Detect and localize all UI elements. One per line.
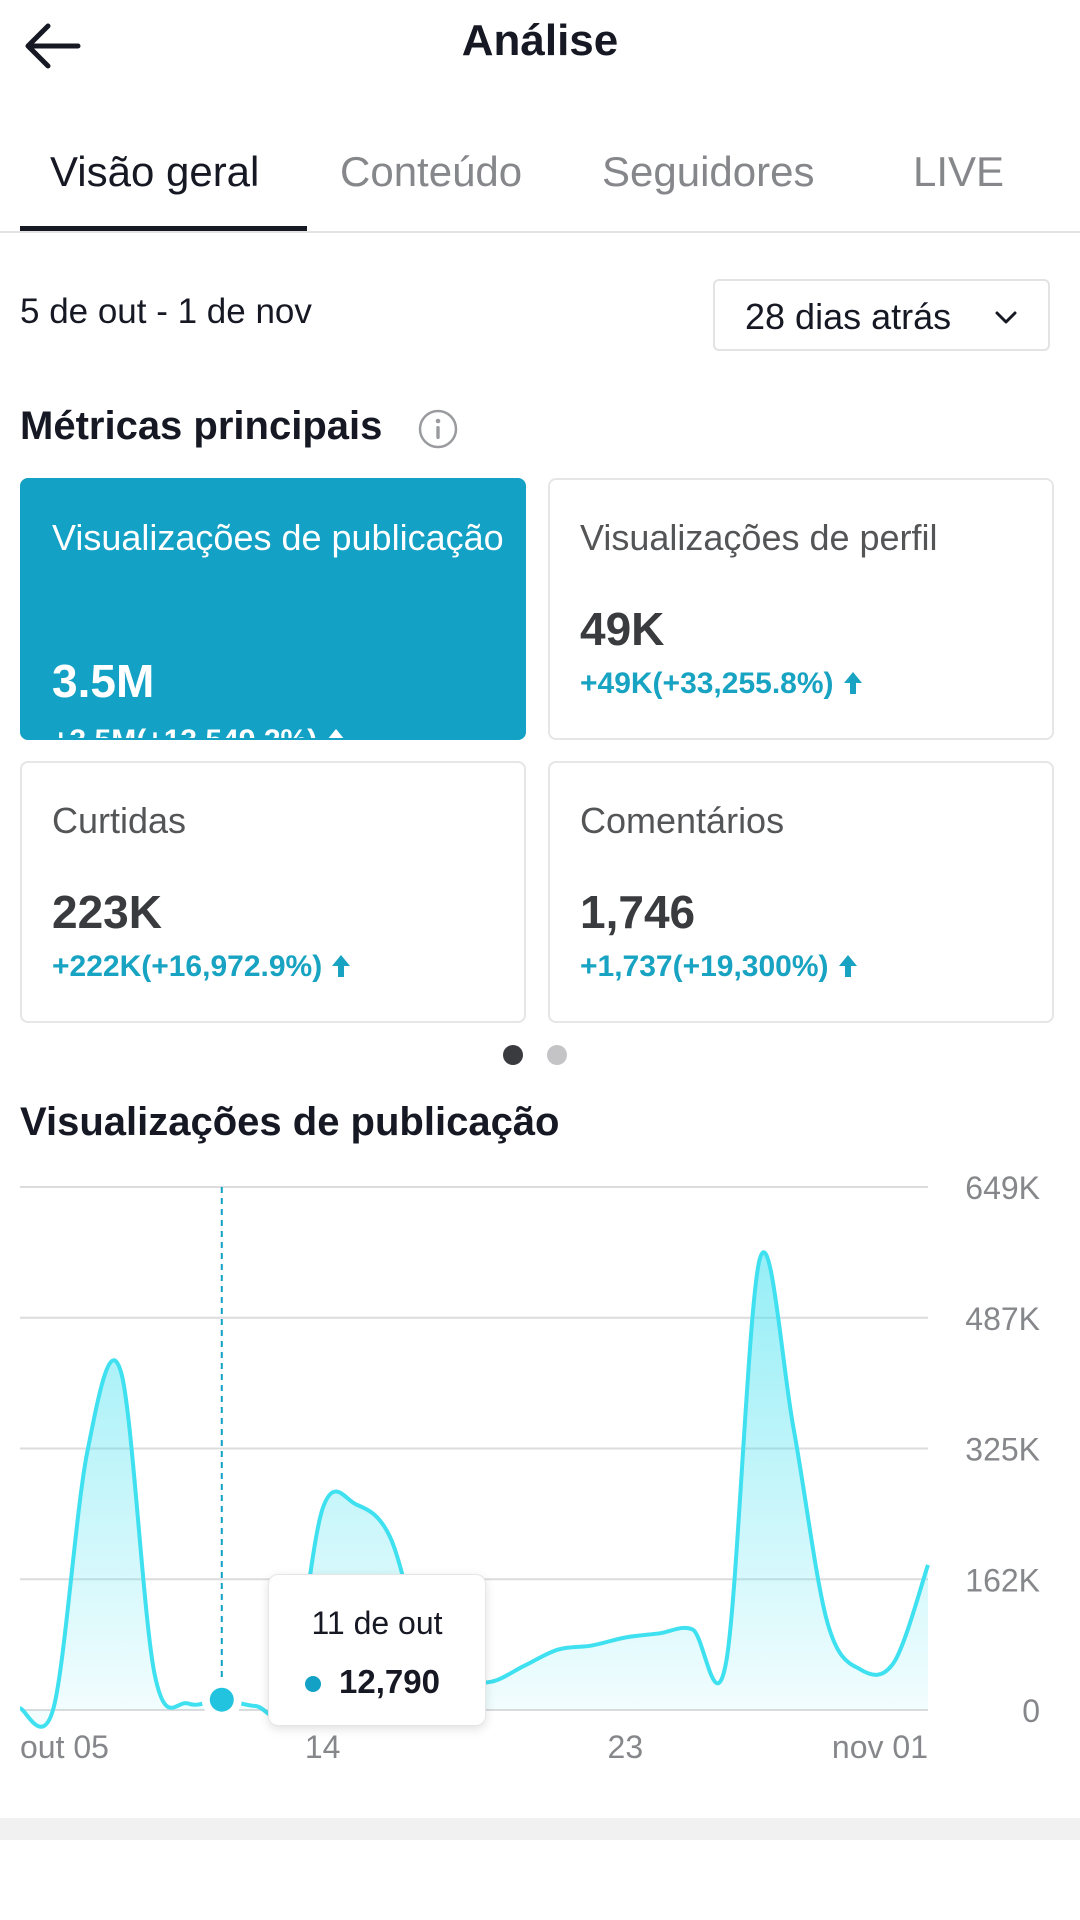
tooltip-series-dot (305, 1676, 321, 1692)
metric-delta: +1,737(+19,300%) (580, 950, 859, 984)
metric-label: Visualizações de perfil (580, 517, 938, 558)
tab-followers[interactable]: Seguidores (602, 148, 814, 196)
metric-card-comments[interactable]: Comentários 1,746 +1,737(+19,300%) (548, 761, 1054, 1023)
x-tick-label: nov 01 (832, 1729, 928, 1765)
tab-bar: Visão geral Conteúdo Seguidores LIVE (0, 130, 1080, 233)
tab-overview[interactable]: Visão geral (50, 148, 259, 196)
x-tick-label: 14 (305, 1729, 341, 1765)
page-dot-active[interactable] (503, 1045, 523, 1065)
metric-card-post-views[interactable]: Visualizações de publicação 3.5M +3.5M(+… (20, 478, 526, 740)
tab-live[interactable]: LIVE (913, 148, 1004, 196)
period-dropdown-label: 28 dias atrás (745, 296, 952, 337)
y-tick-label: 649K (965, 1170, 1040, 1206)
arrow-up-icon (843, 672, 862, 694)
metric-delta-text: +3.5M(+13,549.2%) (52, 724, 317, 738)
arrow-up-icon (838, 955, 857, 977)
metric-delta: +222K(+16,972.9%) (52, 950, 352, 984)
arrow-up-icon (328, 729, 344, 738)
x-tick-label: out 05 (20, 1729, 109, 1765)
y-tick-label: 325K (965, 1432, 1040, 1468)
metric-label: Comentários (580, 800, 785, 841)
page-dot[interactable] (547, 1045, 567, 1065)
chart-title: Visualizações de publicação (20, 1100, 560, 1144)
y-tick-label: 162K (965, 1562, 1040, 1598)
chevron-down-icon (995, 311, 1017, 324)
metric-value: 49K (580, 603, 665, 655)
metric-card-likes[interactable]: Curtidas 223K +222K(+16,972.9%) (20, 761, 526, 1023)
metric-value: 3.5M (52, 655, 155, 707)
tooltip-date: 11 de out (311, 1605, 443, 1641)
chart-tooltip: 11 de out 12,790 (268, 1574, 486, 1726)
page-title: Análise (461, 16, 619, 65)
metric-delta-text: +49K(+33,255.8%) (580, 667, 834, 700)
metric-label: Curtidas (52, 800, 187, 841)
metric-delta: +3.5M(+13,549.2%) (52, 724, 347, 738)
post-views-chart[interactable]: 0 162K 325K 487K 649K out 05 14 23 nov 01 (0, 1170, 1080, 1770)
arrow-up-icon (332, 955, 351, 977)
metric-delta: +49K(+33,255.8%) (580, 667, 864, 701)
period-dropdown[interactable]: 28 dias atrás (713, 279, 1050, 351)
tooltip-value: 12,790 (339, 1663, 440, 1700)
tab-content[interactable]: Conteúdo (340, 148, 522, 196)
metric-delta-text: +1,737(+19,300%) (580, 950, 829, 983)
x-tick-label: 23 (608, 1729, 644, 1765)
date-range-label: 5 de out - 1 de nov (20, 292, 312, 331)
bottom-divider (0, 1818, 1080, 1840)
y-tick-label: 0 (1022, 1693, 1040, 1729)
y-tick-label: 487K (965, 1301, 1040, 1337)
metric-value: 223K (52, 886, 162, 938)
info-icon[interactable] (417, 408, 459, 450)
chart-hover-point[interactable] (209, 1687, 234, 1712)
active-tab-indicator (20, 226, 307, 231)
app-header: Análise (0, 0, 1080, 90)
metric-value: 1,746 (580, 886, 696, 938)
metric-card-profile-views[interactable]: Visualizações de perfil 49K +49K(+33,255… (548, 478, 1054, 740)
metrics-title: Métricas principais (20, 404, 383, 448)
metric-delta-text: +222K(+16,972.9%) (52, 950, 323, 983)
metric-label: Visualizações de publicação (52, 517, 504, 558)
